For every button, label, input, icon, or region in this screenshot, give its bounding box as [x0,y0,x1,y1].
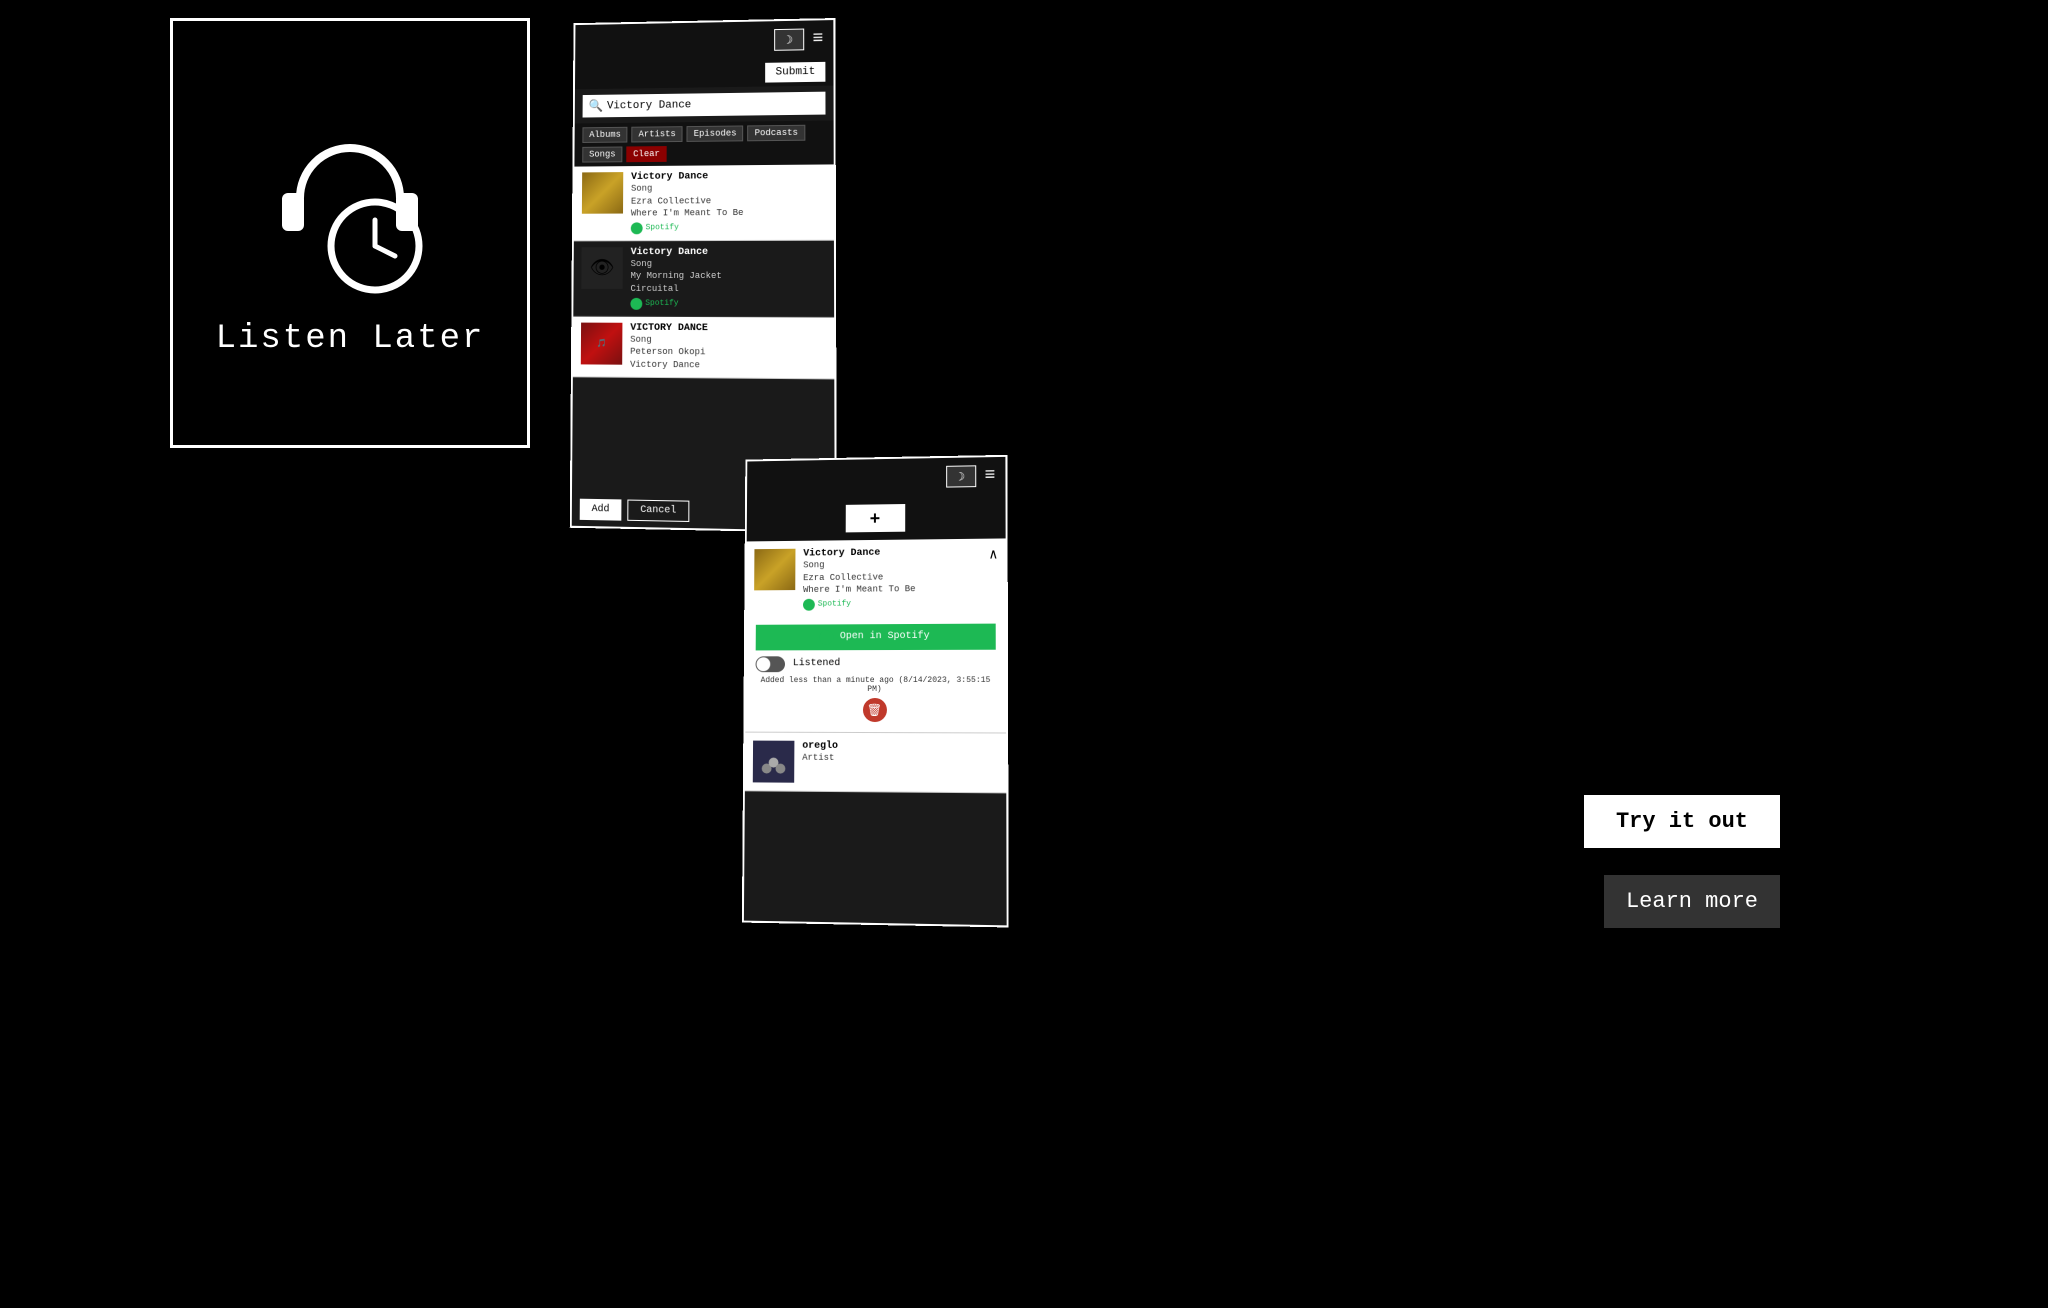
list-item-1-header: Victory Dance Song Ezra Collective Where… [746,538,1006,618]
list-item-1-expanded: Open in Spotify Listened Added less than… [745,617,1006,732]
added-timestamp: Added less than a minute ago (8/14/2023,… [755,676,995,694]
search-input[interactable] [607,97,820,112]
result-info-1: Victory Dance Song Ezra Collective Where… [631,170,826,234]
list-item-2[interactable]: oreglo Artist [745,732,1006,793]
moon-icon[interactable]: ☽ [774,29,804,51]
list-item-2-header: oreglo Artist [745,732,1006,792]
result-thumb-2: 👁 [581,247,623,289]
list-meta-1: Song Ezra Collective Where I'm Meant To … [803,558,981,597]
result-title-3: VICTORY DANCE [630,322,826,334]
spotify-row-list-1: Spotify [803,597,981,610]
list-item-1[interactable]: Victory Dance Song Ezra Collective Where… [745,538,1006,733]
spotify-icon-2 [630,297,642,309]
fab-row: + [747,495,1006,542]
logo-icon [240,108,460,308]
spotify-icon-1 [631,222,643,234]
filter-songs[interactable]: Songs [582,147,622,163]
search-result-2[interactable]: 👁 Victory Dance Song My Morning Jacket C… [573,241,834,318]
filter-albums[interactable]: Albums [582,127,627,143]
list-thumb-2 [753,740,795,782]
spotify-icon-list-1 [803,599,815,611]
search-result-1[interactable]: Victory Dance Song Ezra Collective Where… [574,164,834,241]
search-bar: 🔍 [583,92,826,118]
add-fab-button[interactable]: + [845,504,905,532]
search-phone-screen: ☽ ≡ Submit 🔍 Albums Artists Episodes Pod… [570,18,837,533]
open-spotify-button[interactable]: Open in Spotify [756,623,996,650]
phone2-moon-icon[interactable]: ☽ [946,465,976,487]
result-meta-2: Song My Morning Jacket Circuital [630,258,825,296]
filter-artists[interactable]: Artists [632,126,683,142]
phone2-hamburger-icon[interactable]: ≡ [984,466,995,486]
search-result-3[interactable]: 🎵 VICTORY DANCE Song Peterson Okopi Vict… [573,316,834,380]
spotify-label-2: Spotify [645,299,678,308]
filter-clear[interactable]: Clear [626,146,666,162]
submit-button[interactable]: Submit [766,62,826,83]
spotify-label-1: Spotify [646,223,679,232]
result-meta-1: Song Ezra Collective Where I'm Meant To … [631,182,826,221]
listened-toggle[interactable] [756,656,786,672]
open-spotify-icon [820,630,834,644]
listened-label: Listened [793,658,840,669]
search-icon: 🔍 [588,99,603,114]
collapse-icon-1[interactable]: ∧ [989,547,998,564]
spotify-label-list-1: Spotify [818,600,851,609]
list-info-1: Victory Dance Song Ezra Collective Where… [803,547,981,611]
delete-button[interactable]: 🗑 [862,698,886,722]
app-title: Listen Later [216,320,485,358]
spotify-row-1: Spotify [631,221,826,234]
phone1-topbar: ☽ ≡ [575,20,833,62]
try-it-out-button[interactable]: Try it out [1584,795,1780,848]
result-info-2: Victory Dance Song My Morning Jacket Cir… [630,247,826,310]
result-info-3: VICTORY DANCE Song Peterson Okopi Victor… [630,322,826,372]
spotify-row-2: Spotify [630,297,826,310]
hamburger-icon[interactable]: ≡ [812,29,823,49]
logo-panel: Listen Later [170,18,530,448]
delete-wrap: 🗑 [755,698,996,722]
list-thumb-1 [754,549,795,591]
submit-row: Submit [575,58,834,90]
filter-episodes[interactable]: Episodes [687,125,744,141]
result-title-2: Victory Dance [631,247,826,258]
list-info-2: oreglo Artist [802,741,998,766]
list-phone-screen: ☽ ≡ + Victory Dance Song Ezra Collective… [742,455,1009,928]
list-title-2: oreglo [802,741,998,753]
listened-row: Listened [756,656,996,672]
list-meta-2: Artist [802,752,998,766]
result-meta-3: Song Peterson Okopi Victory Dance [630,333,826,372]
learn-more-button[interactable]: Learn more [1604,875,1780,928]
cancel-button[interactable]: Cancel [627,500,689,522]
filter-podcasts[interactable]: Podcasts [748,125,805,142]
result-thumb-3: 🎵 [581,322,623,364]
phone2-topbar: ☽ ≡ [747,457,1005,499]
result-thumb-1 [582,172,623,214]
filter-row: Albums Artists Episodes Podcasts Songs C… [574,120,833,166]
add-button[interactable]: Add [580,499,622,521]
